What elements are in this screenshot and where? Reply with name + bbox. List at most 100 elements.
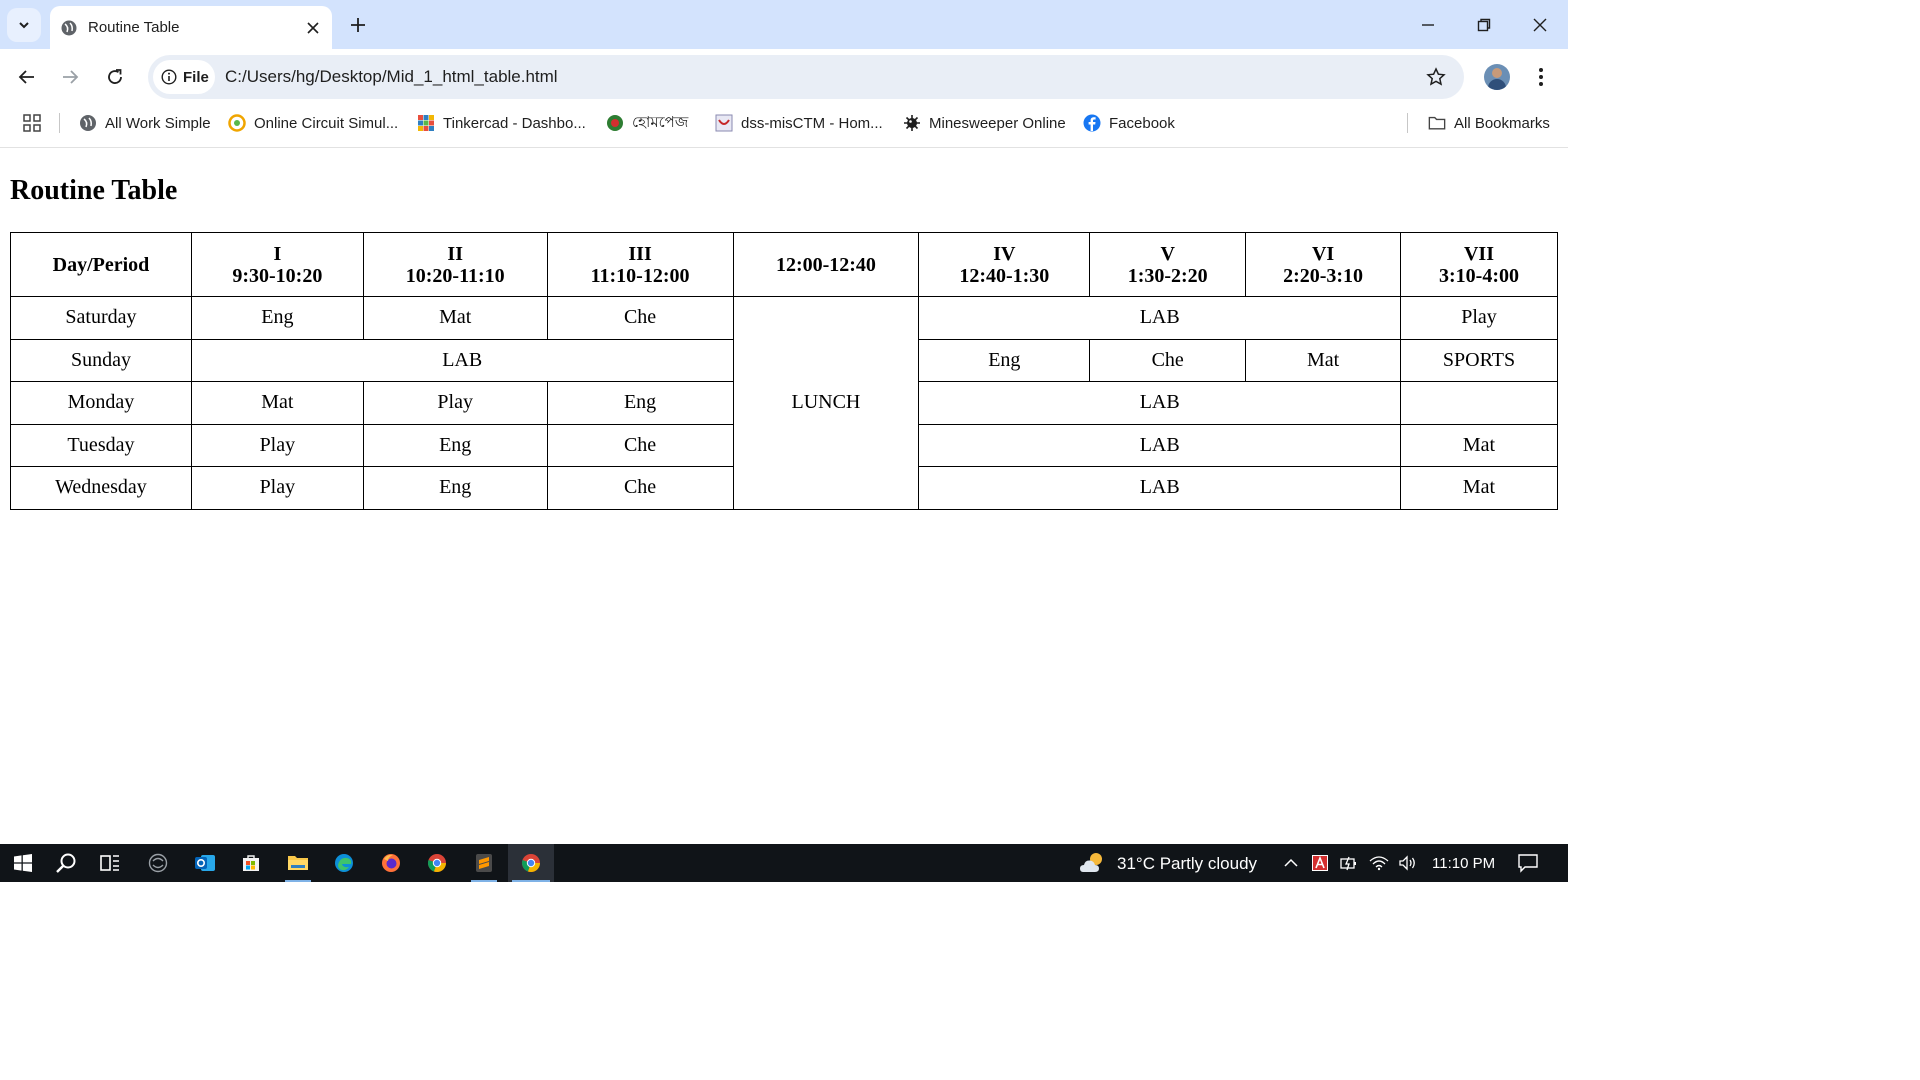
page-viewport: Routine Table Day/Period I 9:30-10:20 II 1… (0, 148, 1568, 844)
task-view-icon[interactable] (87, 844, 133, 882)
day-cell: Sunday (10, 338, 192, 382)
bookmark-label: হোমপেজ (632, 113, 689, 131)
header-period-4: IV 12:40-1:30 (918, 232, 1091, 297)
bookmark-online-circuit[interactable]: Online Circuit Simul... (228, 111, 398, 135)
weather-icon[interactable] (1073, 844, 1113, 882)
wifi-icon[interactable] (1369, 854, 1389, 872)
volume-icon[interactable] (1398, 854, 1418, 872)
facebook-icon (1083, 114, 1101, 132)
bookmark-all-work-simple[interactable]: All Work Simple (79, 111, 211, 135)
table-cell: Play (190, 466, 364, 510)
chrome-active-icon[interactable] (508, 844, 554, 882)
header-day-period: Day/Period (10, 232, 192, 297)
minimize-icon[interactable] (1410, 8, 1446, 42)
notifications-icon[interactable] (1516, 854, 1540, 873)
header-period-3: III 11:10-12:00 (546, 232, 734, 297)
address-bar[interactable]: File C:/Users/hg/Desktop/Mid_1_html_tabl… (148, 55, 1464, 99)
close-window-icon[interactable] (1522, 8, 1558, 42)
plus-icon[interactable] (345, 12, 371, 38)
reload-icon[interactable] (101, 63, 129, 91)
tab-search-button[interactable] (7, 8, 41, 42)
table-cell: Eng (918, 338, 1091, 382)
tab-routine-table[interactable]: Routine Table (50, 6, 332, 49)
bookmark-dss-misctm[interactable]: dss-misCTM - Hom... (715, 111, 883, 135)
bookmark-tinkercad[interactable]: Tinkercad - Dashbo... (417, 111, 586, 135)
bookmark-homepage-bn[interactable]: হোমপেজ (606, 111, 688, 135)
site-chip-label: File (183, 68, 209, 86)
period-name: II (447, 242, 463, 265)
bookmark-star-icon[interactable] (1424, 65, 1448, 89)
chevron-down-icon (19, 22, 29, 29)
tab-strip: Routine Table (0, 0, 1568, 49)
globe-icon (79, 114, 97, 132)
day-cell: Saturday (10, 296, 192, 340)
dss-icon (715, 114, 733, 132)
period-time: 3:10-4:00 (1439, 264, 1519, 287)
table-row-saturday: Saturday Eng Mat Che LUNCH LAB Play (10, 296, 1558, 510)
table-cell: Mat (190, 381, 364, 425)
sublime-icon[interactable] (461, 844, 507, 882)
bd-emblem-icon (606, 114, 624, 132)
table-cell: Play (190, 423, 364, 467)
battery-icon[interactable] (1340, 854, 1360, 872)
acrobat-icon[interactable] (1310, 854, 1330, 872)
forward-arrow-icon[interactable] (56, 63, 84, 91)
bookmark-separator (1407, 113, 1408, 133)
profile-avatar[interactable] (1484, 64, 1510, 90)
outlook-icon[interactable] (182, 844, 228, 882)
period-name: V (1160, 242, 1175, 265)
table-cell: Play (1400, 296, 1558, 340)
restore-icon[interactable] (1466, 8, 1502, 42)
browser-toolbar: File C:/Users/hg/Desktop/Mid_1_html_tabl… (0, 49, 1568, 105)
file-explorer-icon[interactable] (275, 844, 321, 882)
header-break-time: 12:00-12:40 (732, 232, 920, 297)
apps-grid-icon[interactable] (22, 113, 42, 133)
widgets-icon[interactable] (135, 844, 181, 882)
search-icon[interactable] (43, 844, 89, 882)
period-time: 10:20-11:10 (405, 264, 505, 287)
period-time: 12:40-1:30 (959, 264, 1050, 287)
period-name: IV (993, 242, 1016, 265)
store-icon[interactable] (228, 844, 274, 882)
day-cell: Wednesday (10, 466, 192, 510)
start-icon[interactable] (0, 844, 46, 882)
mine-icon (903, 114, 921, 132)
bookmark-label: Facebook (1109, 114, 1175, 132)
header-period-5: V 1:30-2:20 (1089, 232, 1247, 297)
chrome-icon[interactable] (414, 844, 460, 882)
table-cell: Mat (362, 296, 548, 340)
firefox-icon[interactable] (368, 844, 414, 882)
weather-text[interactable]: 31°C Partly cloudy (1117, 854, 1257, 874)
bookmark-facebook[interactable]: Facebook (1083, 111, 1175, 135)
more-menu-icon[interactable] (1529, 63, 1553, 91)
routine-table: Day/Period I 9:30-10:20 II 10:20-11:10 III… (10, 232, 1558, 510)
circuit-icon (228, 114, 246, 132)
site-info-button[interactable]: File (153, 60, 215, 94)
edge-icon[interactable] (321, 844, 367, 882)
close-icon[interactable] (302, 17, 324, 39)
back-arrow-icon[interactable] (13, 63, 41, 91)
bookmark-separator (59, 113, 60, 133)
table-cell: Eng (362, 466, 548, 510)
tab-title: Routine Table (88, 19, 180, 36)
all-bookmarks-button[interactable]: All Bookmarks (1428, 111, 1550, 135)
header-period-1: I 9:30-10:20 (190, 232, 364, 297)
table-cell: Che (546, 466, 734, 510)
all-bookmarks-label: All Bookmarks (1454, 114, 1550, 132)
table-cell: Mat (1245, 338, 1401, 382)
lab-cell: LAB (190, 338, 734, 382)
clock-text[interactable]: 11:10 PM (1432, 855, 1495, 872)
bookmark-label: dss-misCTM - Hom... (741, 114, 883, 132)
bookmarks-bar: All Work Simple Online Circuit Simul... … (0, 105, 1568, 148)
chevron-up-icon[interactable] (1281, 854, 1301, 872)
url-text[interactable]: C:/Users/hg/Desktop/Mid_1_html_table.htm… (225, 67, 558, 87)
empty-cell (1400, 381, 1558, 425)
table-cell: Mat (1400, 423, 1558, 467)
bookmark-minesweeper[interactable]: Minesweeper Online (903, 111, 1066, 135)
header-period-7: VII 3:10-4:00 (1400, 232, 1558, 297)
bookmark-label: Tinkercad - Dashbo... (443, 114, 586, 132)
period-time: 2:20-3:10 (1283, 264, 1364, 287)
header-period-2: II 10:20-11:10 (362, 232, 548, 297)
header-period-6: VI 2:20-3:10 (1245, 232, 1401, 297)
bookmark-label: All Work Simple (105, 114, 211, 132)
